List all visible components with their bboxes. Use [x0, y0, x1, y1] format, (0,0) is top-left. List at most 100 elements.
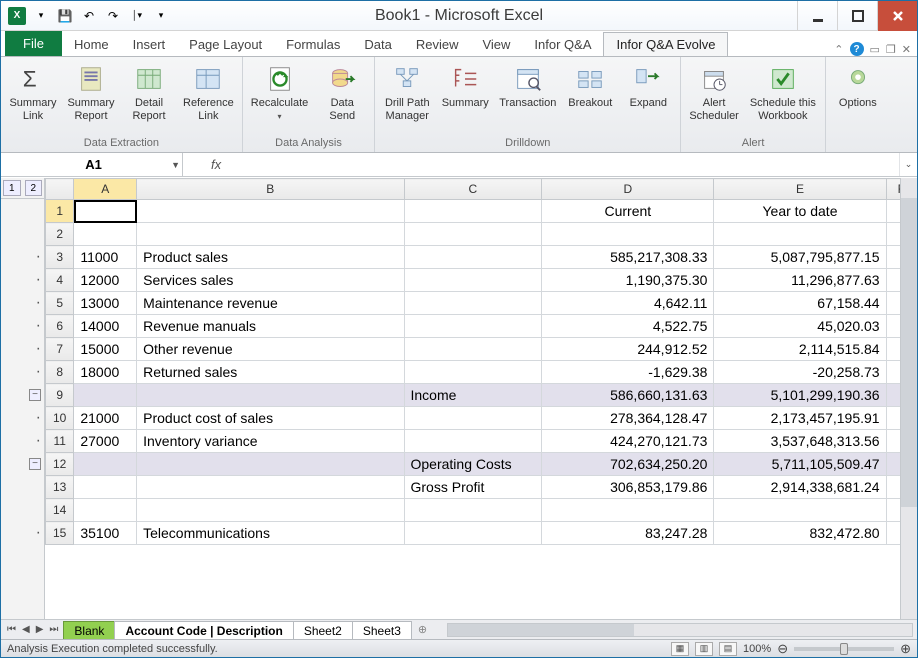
cell[interactable]: 702,634,250.20 [542, 453, 714, 476]
cell[interactable]: 278,364,128.47 [542, 407, 714, 430]
data-send-button[interactable]: Data Send [316, 61, 368, 122]
cell[interactable] [404, 269, 542, 292]
transaction-button[interactable]: Transaction [497, 61, 558, 110]
row-header[interactable]: 8 [46, 361, 74, 384]
row-header[interactable]: 1 [46, 200, 74, 223]
cell[interactable]: Gross Profit [404, 476, 542, 499]
row-header[interactable]: 10 [46, 407, 74, 430]
tab-infor-qa-evolve[interactable]: Infor Q&A Evolve [603, 32, 728, 56]
formula-input[interactable] [237, 157, 899, 172]
row-header[interactable]: 9 [46, 384, 74, 407]
view-page-break-icon[interactable]: ▤ [719, 642, 737, 656]
cell[interactable]: Returned sales [137, 361, 404, 384]
cell[interactable] [74, 200, 137, 223]
cell[interactable] [74, 384, 137, 407]
col-header-b[interactable]: B [137, 179, 404, 200]
cell[interactable]: 424,270,121.73 [542, 430, 714, 453]
name-box[interactable]: ▼ [1, 153, 183, 176]
cell[interactable]: 83,247.28 [542, 522, 714, 545]
drilldown-summary-button[interactable]: Summary [439, 61, 491, 110]
fx-icon[interactable]: fx [211, 157, 221, 172]
select-all-corner[interactable] [46, 179, 74, 200]
cell[interactable]: 2,914,338,681.24 [714, 476, 886, 499]
row-header[interactable]: 15 [46, 522, 74, 545]
outline-collapse-button[interactable]: − [29, 458, 41, 470]
cell[interactable]: -1,629.38 [542, 361, 714, 384]
schedule-workbook-button[interactable]: Schedule this Workbook [747, 61, 819, 122]
cell[interactable] [137, 453, 404, 476]
cell[interactable]: 11,296,877.63 [714, 269, 886, 292]
cell[interactable]: Services sales [137, 269, 404, 292]
sheet-tab-account-code[interactable]: Account Code | Description [114, 621, 293, 640]
cell[interactable]: 585,217,308.33 [542, 246, 714, 269]
cell[interactable] [542, 499, 714, 522]
outline-level-2[interactable]: 2 [25, 180, 43, 196]
close-button[interactable] [877, 1, 917, 31]
col-header-a[interactable]: A [74, 179, 137, 200]
row-header[interactable]: 7 [46, 338, 74, 361]
tab-home[interactable]: Home [62, 33, 121, 56]
workbook-minimize-icon[interactable]: ▭ [870, 43, 880, 56]
horizontal-scrollbar[interactable] [447, 623, 913, 637]
outline-level-1[interactable]: 1 [3, 180, 21, 196]
sheet-tab-sheet2[interactable]: Sheet2 [293, 621, 353, 640]
redo-icon[interactable]: ↷ [103, 6, 123, 26]
cell[interactable]: 1,190,375.30 [542, 269, 714, 292]
cell[interactable] [404, 338, 542, 361]
cell[interactable]: 4,642.11 [542, 292, 714, 315]
cell[interactable]: 13000 [74, 292, 137, 315]
cell[interactable]: 244,912.52 [542, 338, 714, 361]
cell[interactable]: 5,087,795,877.15 [714, 246, 886, 269]
view-page-layout-icon[interactable]: ▥ [695, 642, 713, 656]
sheet-nav-next-icon[interactable]: ▶ [34, 624, 46, 635]
row-header[interactable]: 5 [46, 292, 74, 315]
tab-data[interactable]: Data [352, 33, 403, 56]
cell[interactable]: 35100 [74, 522, 137, 545]
summary-link-button[interactable]: Σ Summary Link [7, 61, 59, 122]
cell[interactable]: Revenue manuals [137, 315, 404, 338]
cell[interactable]: 18000 [74, 361, 137, 384]
row-header[interactable]: 12 [46, 453, 74, 476]
breakout-button[interactable]: Breakout [564, 61, 616, 110]
cell[interactable] [404, 292, 542, 315]
cell[interactable] [74, 476, 137, 499]
name-box-dropdown-icon[interactable]: ▼ [171, 160, 180, 170]
tab-view[interactable]: View [470, 33, 522, 56]
new-sheet-icon[interactable]: ⊕ [412, 623, 427, 636]
cell[interactable] [404, 200, 542, 223]
tab-insert[interactable]: Insert [121, 33, 178, 56]
zoom-level[interactable]: 100% [743, 643, 771, 655]
maximize-button[interactable] [837, 1, 877, 31]
workbook-close-icon[interactable]: ✕ [902, 43, 911, 56]
undo-icon[interactable]: ↶ [79, 6, 99, 26]
cell[interactable]: 11000 [74, 246, 137, 269]
tab-formulas[interactable]: Formulas [274, 33, 352, 56]
row-header[interactable]: 14 [46, 499, 74, 522]
qat-more-icon[interactable]: ▾ [151, 6, 171, 26]
col-header-e[interactable]: E [714, 179, 886, 200]
drill-path-manager-button[interactable]: Drill Path Manager [381, 61, 433, 122]
cell[interactable] [74, 453, 137, 476]
cell[interactable]: 832,472.80 [714, 522, 886, 545]
outline-collapse-button[interactable]: − [29, 389, 41, 401]
cell[interactable]: 12000 [74, 269, 137, 292]
qat-dropdown-icon[interactable]: ▾ [31, 6, 51, 26]
cell[interactable]: Inventory variance [137, 430, 404, 453]
tab-review[interactable]: Review [404, 33, 471, 56]
sheet-nav-first-icon[interactable]: ⏮ [5, 624, 18, 635]
vertical-scrollbar[interactable] [900, 178, 917, 619]
cell[interactable]: 586,660,131.63 [542, 384, 714, 407]
sheet-nav-last-icon[interactable]: ⏭ [47, 624, 60, 635]
cell[interactable] [137, 499, 404, 522]
cell[interactable]: 45,020.03 [714, 315, 886, 338]
expand-button[interactable]: Expand [622, 61, 674, 110]
row-header[interactable]: 11 [46, 430, 74, 453]
name-box-input[interactable] [9, 157, 178, 172]
minimize-button[interactable] [797, 1, 837, 31]
cell[interactable]: -20,258.73 [714, 361, 886, 384]
cell[interactable]: Maintenance revenue [137, 292, 404, 315]
cell[interactable]: Year to date [714, 200, 886, 223]
reference-link-button[interactable]: Reference Link [181, 61, 236, 122]
cell[interactable] [404, 407, 542, 430]
cell[interactable] [714, 499, 886, 522]
